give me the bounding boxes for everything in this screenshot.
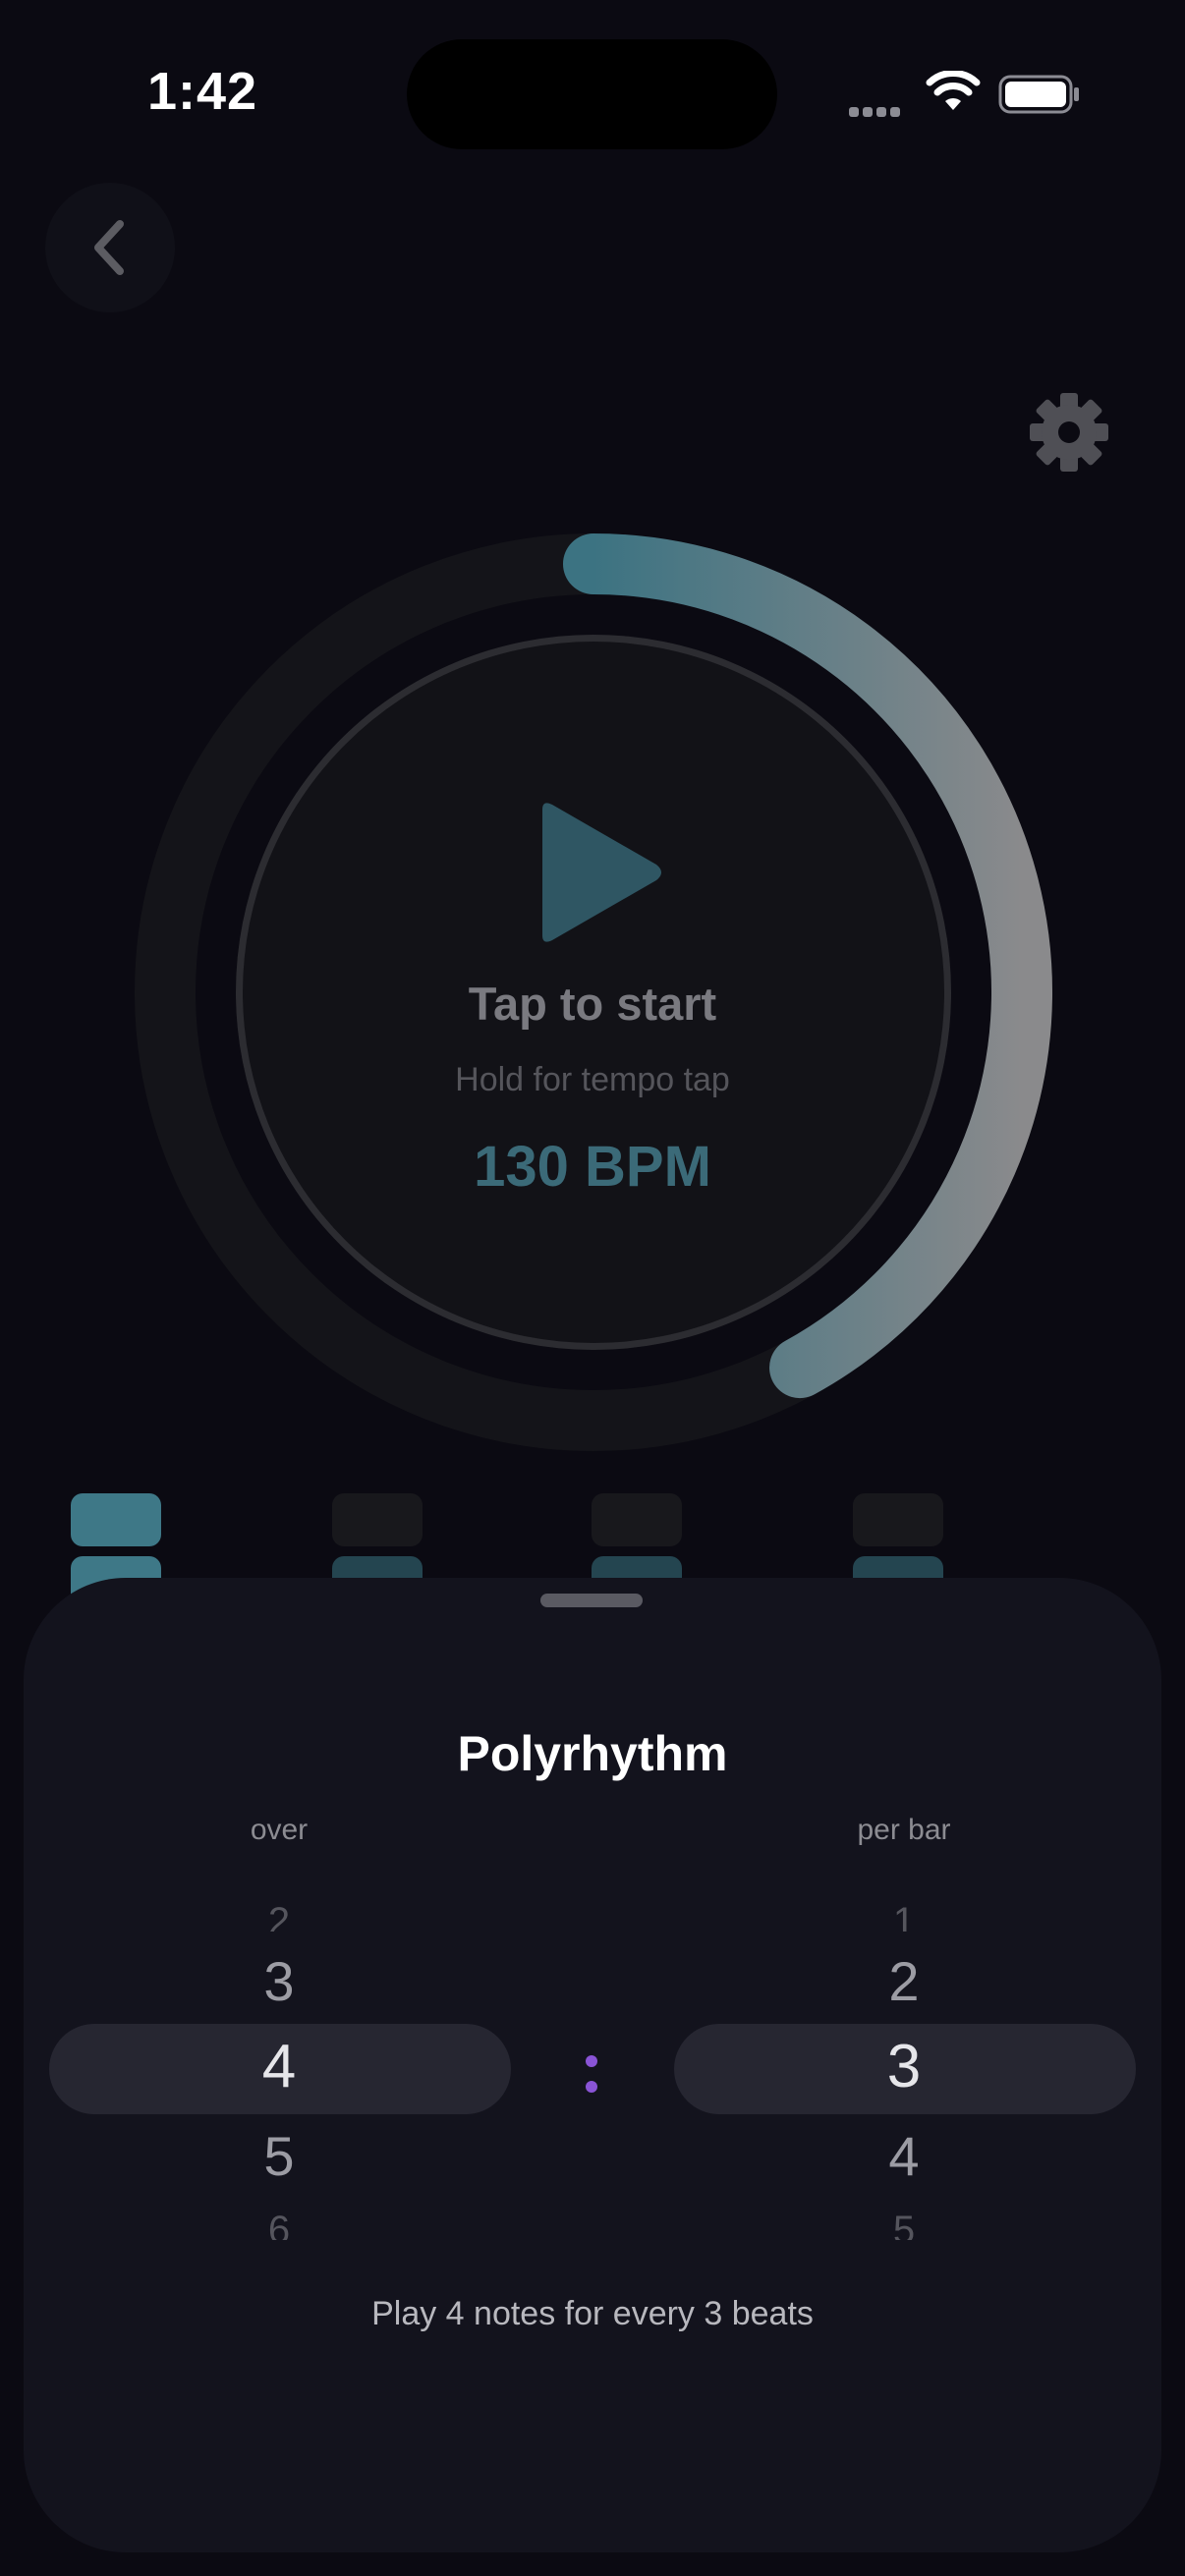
right-picker-option[interactable]: 4 [806,2124,1002,2188]
cellular-signal-icon [849,104,908,117]
tap-to-start-label: Tap to start [468,978,717,1030]
wifi-icon [926,71,981,110]
right-picker-option[interactable]: 1 [806,1900,1002,1932]
battery-icon [998,75,1079,114]
chevron-left-icon [94,220,124,275]
bpm-readout[interactable]: 130 BPM [334,1134,851,1200]
right-picker-option[interactable]: 5 [806,2209,1002,2240]
status-time: 1:42 [147,62,258,121]
picker-separator [576,2055,607,2102]
over-column-label: over [250,1814,309,1846]
polyrhythm-description: Play 4 notes for every 3 beats [371,2295,814,2332]
sheet-grabber[interactable] [540,1594,643,1607]
dynamic-island [407,39,777,149]
right-picker-option[interactable]: 2 [806,1949,1002,2013]
left-picker-selected[interactable]: 4 [181,2032,377,2101]
sheet-title: Polyrhythm [457,1726,728,1781]
hold-tempo-tap-hint: Hold for tempo tap [455,1061,730,1098]
left-picker-option[interactable]: 5 [181,2124,377,2188]
per-bar-column-label: per bar [857,1814,951,1846]
left-picker-option[interactable]: 6 [181,2209,377,2240]
back-button[interactable] [45,183,175,312]
left-picker-option[interactable]: 3 [181,1949,377,2013]
play-icon [542,803,661,942]
gear-icon[interactable] [1028,391,1110,474]
left-picker-option[interactable]: 2 [181,1900,377,1932]
right-picker-selected[interactable]: 3 [806,2032,1002,2101]
